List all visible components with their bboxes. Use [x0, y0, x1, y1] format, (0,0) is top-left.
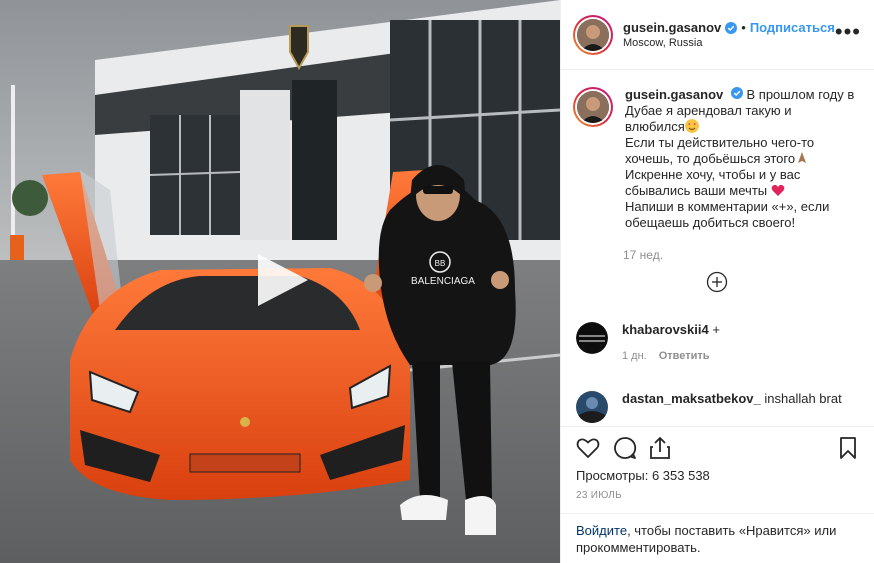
- post-date[interactable]: 23 ИЮЛЬ: [576, 490, 622, 501]
- red-heart-emoji-icon: [771, 184, 785, 196]
- bookmark-icon[interactable]: [835, 435, 861, 461]
- share-icon[interactable]: [647, 435, 673, 461]
- commenter-username[interactable]: khabarovskii4: [622, 322, 709, 337]
- caption-line: сбывались ваши мечты: [625, 183, 768, 198]
- post-sidebar: gusein.gasanov • Подписаться Moscow, Rus…: [560, 0, 874, 563]
- hoodie-text: BALENCIAGA: [411, 276, 475, 287]
- caption-line: Дубае я арендовал такую и: [625, 103, 792, 118]
- login-prompt: Войдите, чтобы поставить «Нравится» или …: [561, 513, 874, 563]
- commenter-username[interactable]: dastan_maksatbekov_: [622, 391, 761, 406]
- caption-line: влюбился: [625, 119, 685, 134]
- post-location[interactable]: Moscow, Russia: [623, 37, 835, 49]
- views-label: Просмотры:: [576, 468, 649, 483]
- comment-icon[interactable]: [612, 435, 638, 461]
- heart-icon[interactable]: [575, 435, 601, 461]
- comment-time[interactable]: 1 дн.: [622, 350, 647, 362]
- heart-eyes-emoji-icon: [684, 119, 699, 133]
- commenter-avatar[interactable]: [576, 391, 608, 423]
- pray-emoji-icon: [798, 152, 807, 163]
- post-actions: [561, 426, 874, 470]
- comment-text: +: [712, 322, 720, 337]
- post-header: gusein.gasanov • Подписаться Moscow, Rus…: [561, 0, 874, 70]
- reply-button[interactable]: Ответить: [659, 350, 710, 362]
- comment-text: inshallah brat: [764, 391, 842, 406]
- plus-circle-icon[interactable]: [706, 271, 728, 293]
- caption-username[interactable]: gusein.gasanov: [625, 87, 723, 102]
- caption-line: хочешь, то добьёшься этого: [625, 151, 796, 166]
- post-caption: gusein.gasanov В прошлом году в Дубае я …: [573, 87, 863, 231]
- caption-avatar[interactable]: [573, 87, 613, 127]
- author-avatar[interactable]: [573, 14, 613, 55]
- verified-icon: [725, 21, 738, 34]
- login-link[interactable]: Войдите: [576, 523, 627, 538]
- caption-time-ago[interactable]: 17 нед.: [623, 248, 663, 262]
- author-username[interactable]: gusein.gasanov: [623, 20, 721, 35]
- separator-dot: •: [741, 20, 746, 35]
- caption-line: Напиши в комментарии «+», если: [625, 199, 830, 214]
- more-options-icon[interactable]: •••: [835, 21, 861, 43]
- caption-line: обещаешь добиться своего!: [625, 215, 796, 230]
- views-number: 6 353 538: [651, 468, 710, 483]
- comments-list: gusein.gasanov В прошлом году в Дубае я …: [561, 71, 874, 426]
- play-icon[interactable]: [250, 250, 310, 310]
- comment-item: dastan_maksatbekov_ inshallah brat: [576, 391, 866, 423]
- caption-line: В прошлом году в: [746, 87, 855, 102]
- post-video[interactable]: BB BALENCIAGA: [0, 0, 560, 563]
- follow-button[interactable]: Подписаться: [750, 20, 835, 35]
- views-count[interactable]: Просмотры: 6 353 538: [576, 468, 710, 483]
- hoodie-logo: BB: [435, 259, 446, 268]
- commenter-avatar[interactable]: [576, 322, 608, 354]
- instagram-post: BB BALENCIAGA gusein.gasanov • Подписать…: [0, 0, 874, 563]
- comment-item: khabarovskii4 + 1 дн. Ответить: [576, 322, 866, 364]
- caption-line: Искренне хочу, чтобы и у вас: [625, 167, 801, 182]
- verified-icon: [730, 87, 743, 99]
- caption-line: Если ты действительно чего-то: [625, 135, 815, 150]
